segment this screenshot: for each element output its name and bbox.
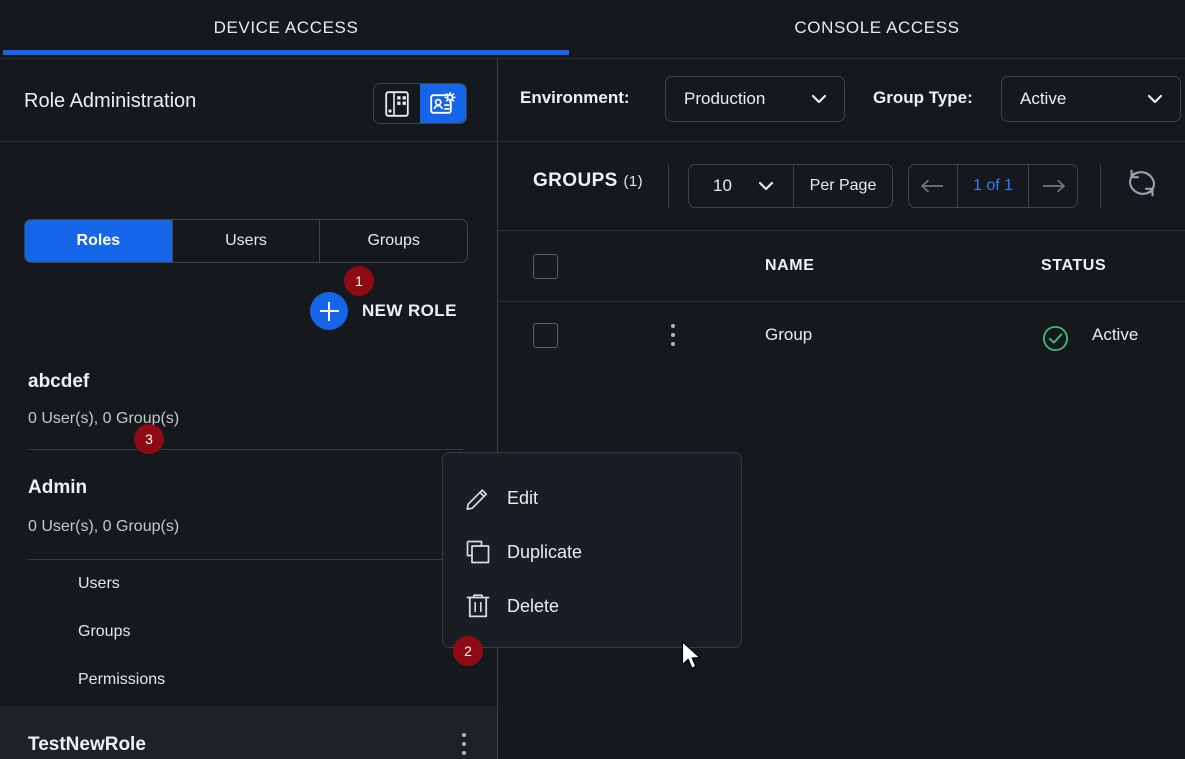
- cell-status: Active: [1092, 325, 1139, 344]
- app-root: DEVICE ACCESS CONSOLE ACCESS Role Admini…: [0, 0, 1185, 759]
- mouse-cursor: [681, 641, 701, 669]
- subtab-groups-label: Groups: [367, 232, 420, 249]
- annotation-badge-3: 3: [134, 424, 164, 454]
- per-page-control: 10 Per Page: [688, 164, 893, 208]
- subtab-users[interactable]: Users: [173, 220, 321, 262]
- subtab-users-label: Users: [225, 232, 267, 249]
- left-panel: Role Administration Roles Users Groups N…: [0, 59, 498, 759]
- new-role-label: NEW ROLE: [362, 301, 457, 320]
- device-panel-icon: [385, 90, 409, 117]
- role-context-menu: Edit Duplicate Delete: [442, 452, 742, 648]
- select-all-checkbox[interactable]: [533, 254, 558, 279]
- context-menu-delete-label: Delete: [507, 595, 560, 616]
- role-card-gear-icon-button[interactable]: [420, 84, 466, 123]
- plus-icon: [319, 301, 339, 321]
- view-mode-toggle: [373, 83, 467, 124]
- groups-title-text: GROUPS: [533, 170, 618, 191]
- annotation-badge-2: 2: [453, 636, 483, 666]
- next-page-button[interactable]: [1028, 165, 1077, 207]
- active-tab-underline: [3, 50, 569, 55]
- groups-table-header: NAME STATUS: [498, 231, 1185, 302]
- kebab-dot: [671, 342, 675, 346]
- table-row[interactable]: Group Active: [498, 302, 1185, 370]
- chevron-down-icon: [759, 182, 773, 190]
- tab-console-access[interactable]: CONSOLE ACCESS: [569, 0, 1185, 56]
- role-meta: 0 User(s), 0 Group(s): [28, 518, 180, 535]
- top-tabbar: DEVICE ACCESS CONSOLE ACCESS: [0, 0, 1185, 59]
- annotation-badge-1: 1: [344, 266, 374, 296]
- role-child-permissions[interactable]: Permissions: [78, 671, 165, 689]
- groups-count: (1): [623, 173, 643, 190]
- tab-device-access[interactable]: DEVICE ACCESS: [3, 0, 569, 56]
- page-title: Role Administration: [24, 90, 197, 112]
- environment-value: Production: [684, 89, 766, 108]
- role-name: TestNewRole: [28, 734, 146, 755]
- right-panel-header: Environment: Production Group Type: Acti…: [498, 59, 1185, 141]
- kebab-dot: [671, 333, 675, 337]
- row-menu-button[interactable]: [662, 324, 684, 346]
- role-child-groups[interactable]: Groups: [78, 623, 130, 641]
- column-header-status[interactable]: STATUS: [1041, 257, 1106, 275]
- role-child-users[interactable]: Users: [78, 575, 120, 593]
- role-divider: [28, 449, 463, 450]
- context-menu-edit-label: Edit: [507, 487, 539, 508]
- left-header-divider: [0, 141, 497, 142]
- add-role-button[interactable]: [310, 292, 348, 330]
- environment-label: Environment:: [520, 88, 630, 107]
- environment-select[interactable]: Production: [665, 76, 845, 122]
- subtab-roles[interactable]: Roles: [25, 220, 173, 262]
- group-type-select[interactable]: Active: [1001, 76, 1181, 122]
- context-menu-duplicate-label: Duplicate: [507, 541, 583, 562]
- prev-page-button[interactable]: [909, 165, 958, 207]
- groups-title: GROUPS (1): [533, 170, 643, 192]
- kebab-dot: [462, 742, 466, 746]
- context-menu-item-delete[interactable]: Delete: [443, 579, 743, 633]
- context-menu-item-duplicate[interactable]: Duplicate: [443, 525, 743, 579]
- check-circle-icon: [1042, 325, 1069, 352]
- refresh-icon[interactable]: [1124, 166, 1160, 200]
- new-role-control[interactable]: NEW ROLE: [310, 292, 457, 330]
- groups-toolbar: GROUPS (1) 10 Per Page 1 of 1: [498, 142, 1185, 231]
- page-indicator[interactable]: 1 of 1: [958, 165, 1028, 207]
- toolbar-divider: [1100, 164, 1101, 208]
- arrow-right-icon: [1043, 179, 1065, 193]
- role-subtabs: Roles Users Groups: [24, 219, 468, 263]
- kebab-dot: [462, 733, 466, 737]
- column-header-name[interactable]: NAME: [765, 257, 815, 275]
- per-page-value: 10: [713, 176, 732, 195]
- per-page-select[interactable]: 10: [689, 165, 794, 207]
- group-type-label: Group Type:: [873, 88, 973, 107]
- chevron-down-icon: [1148, 95, 1162, 103]
- subtab-groups[interactable]: Groups: [320, 220, 467, 262]
- role-divider: [28, 559, 463, 560]
- role-name: abcdef: [28, 371, 90, 392]
- subtab-roles-label: Roles: [76, 232, 121, 249]
- trash-icon: [466, 594, 490, 618]
- kebab-dot: [671, 324, 675, 328]
- tab-console-access-label: CONSOLE ACCESS: [794, 18, 960, 37]
- per-page-label: Per Page: [809, 177, 877, 194]
- row-checkbox[interactable]: [533, 323, 558, 348]
- role-card-gear-icon: [430, 91, 456, 114]
- group-type-value: Active: [1020, 89, 1067, 108]
- copy-icon: [466, 540, 490, 564]
- right-panel: Environment: Production Group Type: Acti…: [498, 59, 1185, 759]
- pencil-icon: [466, 489, 488, 511]
- pagination-control: 1 of 1: [908, 164, 1078, 208]
- kebab-dot: [462, 751, 466, 755]
- tab-device-access-label: DEVICE ACCESS: [213, 18, 359, 37]
- cell-name: Group: [765, 325, 813, 344]
- context-menu-item-edit[interactable]: Edit: [443, 471, 743, 525]
- role-name: Admin: [28, 477, 88, 498]
- device-panel-icon-button[interactable]: [374, 84, 420, 123]
- arrow-left-icon: [921, 179, 943, 193]
- toolbar-divider: [668, 164, 669, 208]
- role-item-testnewrole[interactable]: TestNewRole 2 User(s), 1 Group(s): [0, 706, 497, 759]
- chevron-down-icon: [812, 95, 826, 103]
- role-row-menu-button[interactable]: [453, 733, 475, 755]
